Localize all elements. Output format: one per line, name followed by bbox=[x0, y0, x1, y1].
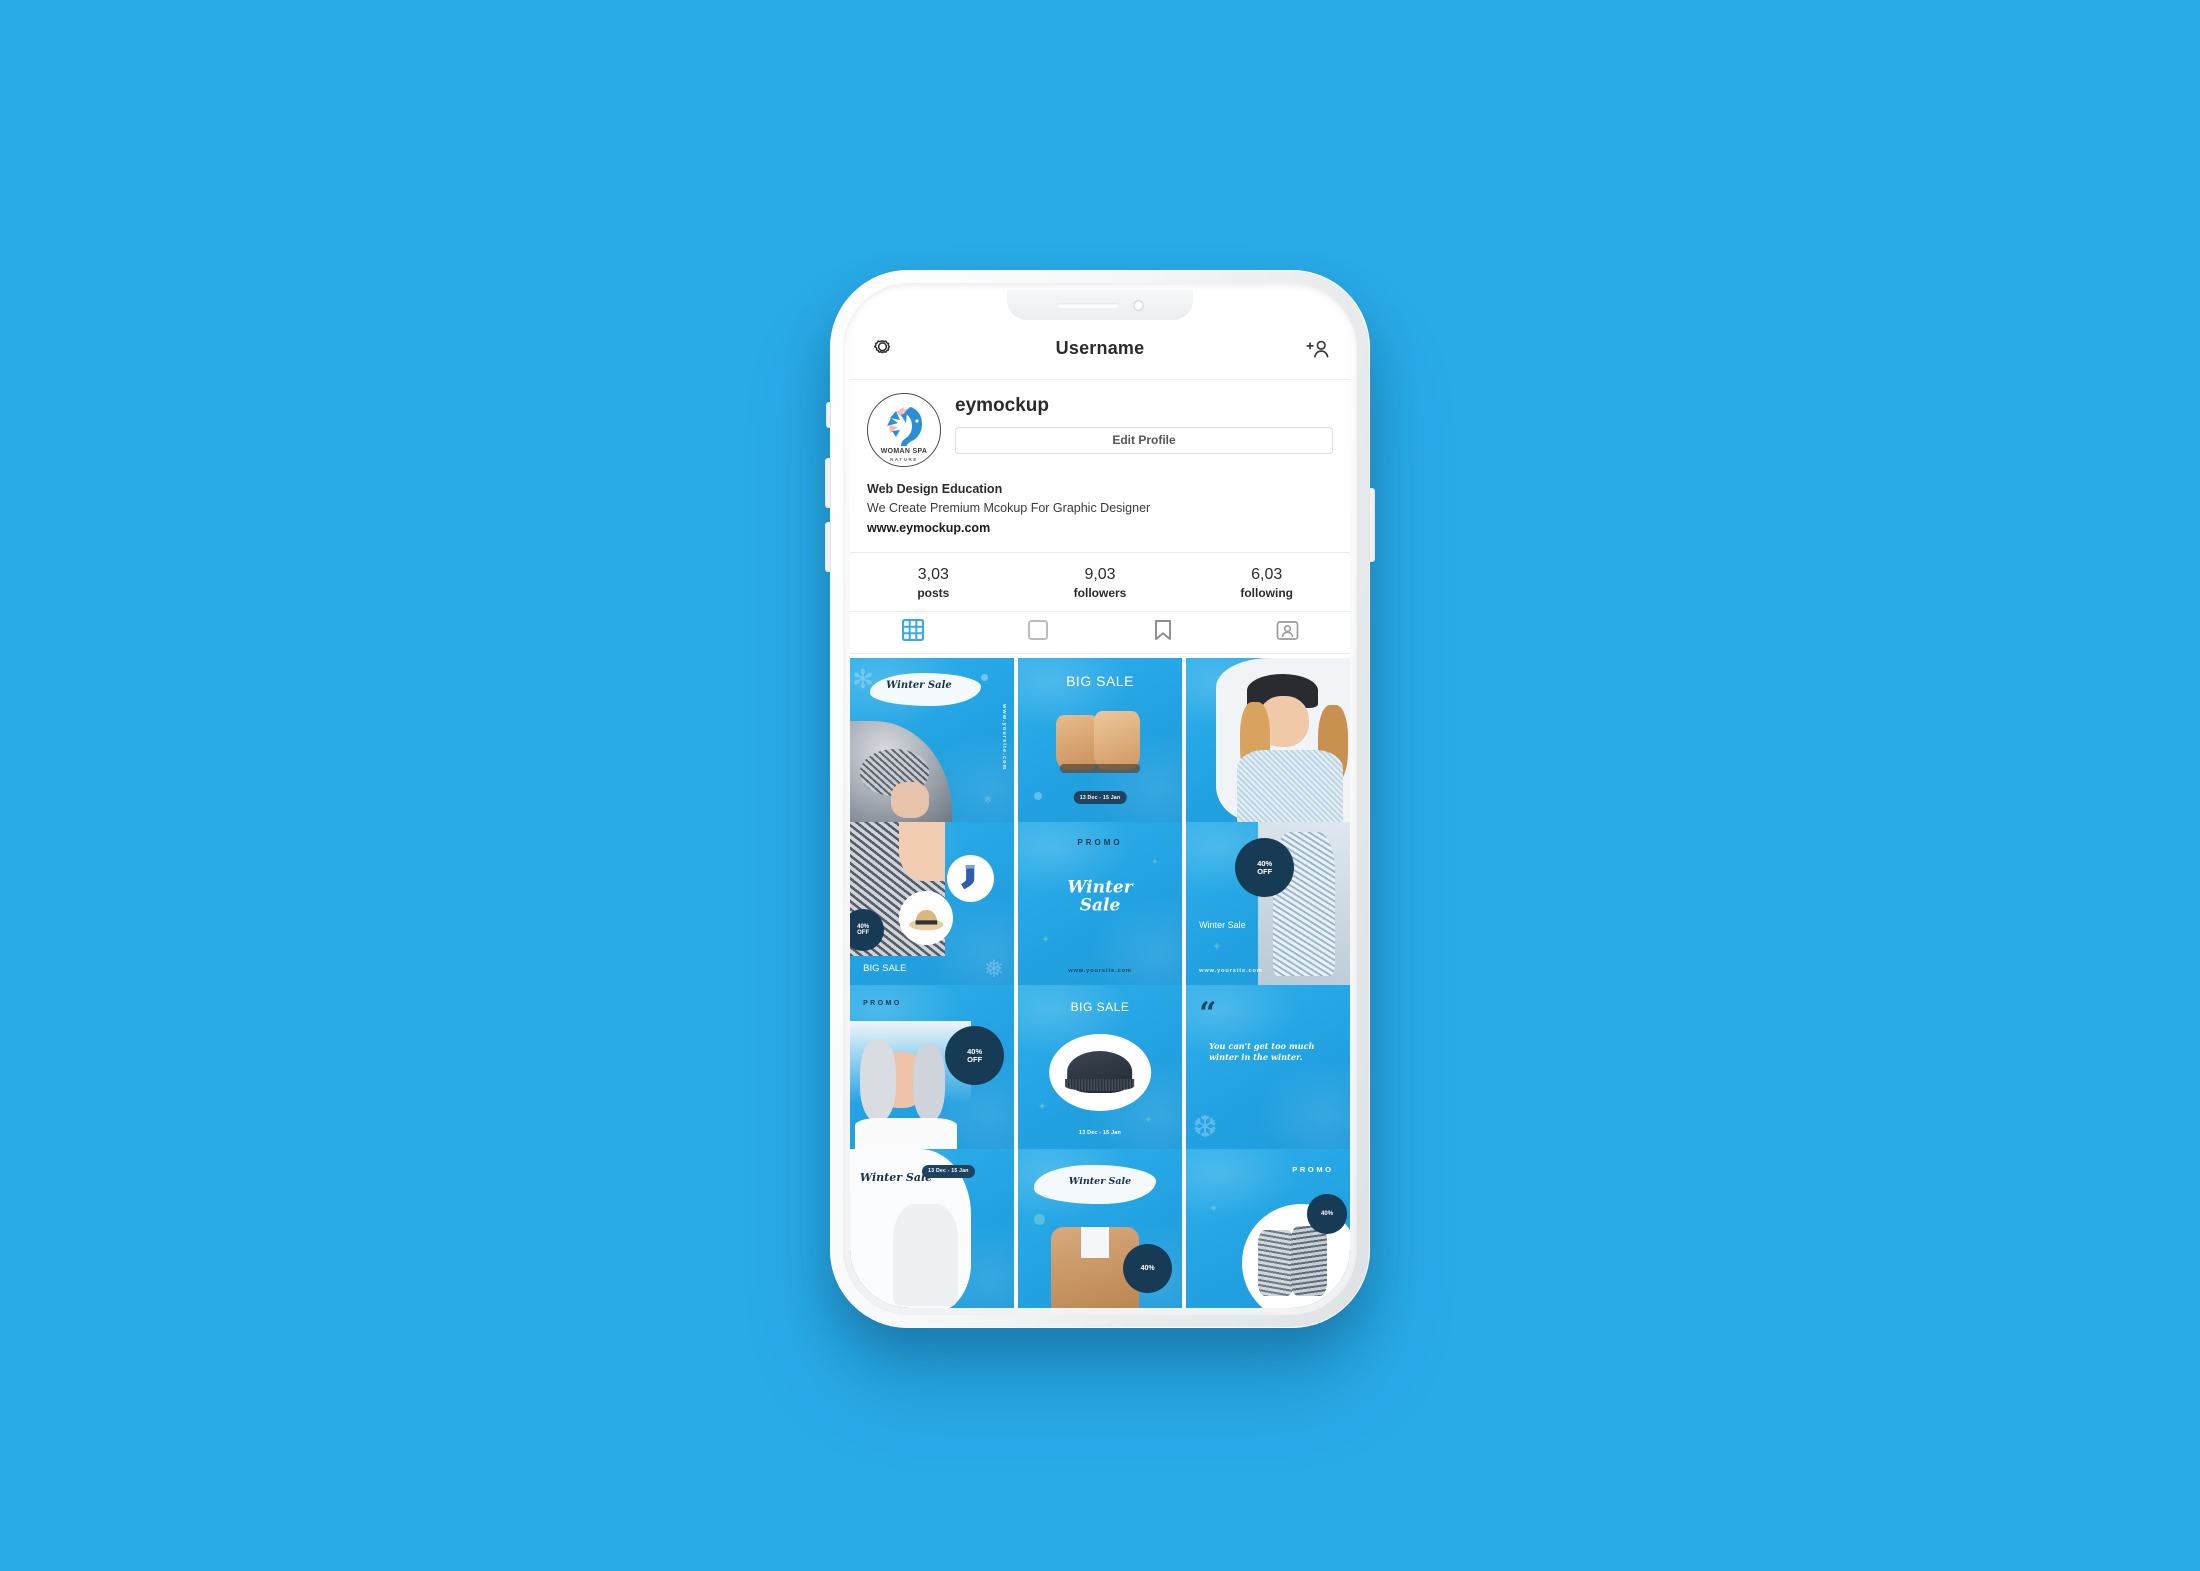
post-eyebrow: PROMO bbox=[1077, 838, 1123, 848]
volume-up-button[interactable] bbox=[825, 458, 831, 508]
bio-link[interactable]: www.eymockup.com bbox=[867, 519, 1333, 538]
avatar-tagline-text: NATURE bbox=[889, 456, 918, 462]
stat-following[interactable]: 6,03 following bbox=[1183, 564, 1350, 601]
discount-suffix: OFF bbox=[967, 1054, 983, 1064]
tab-reels[interactable] bbox=[975, 612, 1100, 653]
post-site-url: www.yoursite.com bbox=[1068, 968, 1132, 975]
discount-suffix: OFF bbox=[857, 929, 870, 936]
hat-icon bbox=[909, 910, 944, 931]
discount-value: 40% bbox=[1321, 1211, 1334, 1218]
post-tile[interactable]: “ You can't get too much winter in the w… bbox=[1186, 985, 1350, 1150]
bio-title: Web Design Education bbox=[867, 482, 1003, 496]
post-tile[interactable]: Winter Sale 40% bbox=[1018, 1148, 1182, 1308]
profile-username: eymockup bbox=[955, 395, 1049, 416]
product-circle bbox=[946, 854, 995, 903]
post-tile[interactable]: BIG SALE 13 Dec - 15 Jan ✦ ✦ bbox=[1018, 985, 1182, 1150]
phone-notch bbox=[1007, 290, 1193, 320]
post-date-badge: 13 Dec - 15 Jan bbox=[1073, 791, 1127, 805]
tagged-person-icon bbox=[1276, 620, 1299, 646]
post-tile[interactable]: Winter Sale 13 Dec - 15 Jan bbox=[850, 1148, 1014, 1308]
quote-mark-icon: “ bbox=[1199, 995, 1217, 1031]
post-headline: Winter Sale bbox=[1067, 877, 1133, 916]
stats-row: 3,03 posts 9,03 followers 6,03 following bbox=[850, 552, 1350, 613]
tab-saved[interactable] bbox=[1100, 612, 1225, 653]
profile-row: WOMAN SPA NATURE eymockup Edit Profile bbox=[850, 380, 1350, 476]
discount-badge: 40% bbox=[1122, 1243, 1173, 1293]
discount-suffix: OFF bbox=[1257, 866, 1273, 876]
discount-badge: 40% OFF bbox=[1235, 838, 1295, 898]
volume-down-button[interactable] bbox=[825, 522, 831, 572]
post-tile[interactable]: PROMO 40% OFF bbox=[850, 985, 1014, 1150]
product-circle bbox=[1049, 1034, 1151, 1112]
avatar-brand-text: WOMAN SPA bbox=[880, 448, 928, 455]
post-headline: BIG SALE bbox=[863, 963, 907, 975]
post-grid: ✻ Winter Sale www.yoursite.com ❄ BIG SAL… bbox=[850, 654, 1350, 1308]
profile-details: eymockup Edit Profile bbox=[955, 393, 1333, 454]
post-tile[interactable]: 40% OFF BIG SALE ❅ bbox=[850, 821, 1014, 986]
square-icon bbox=[1027, 619, 1049, 646]
phone-mockup: Username WOMAN SPA NATURE eymockup Edit … bbox=[825, 270, 1375, 1328]
discount-badge: 40% OFF bbox=[945, 1026, 1005, 1086]
edit-profile-button[interactable]: Edit Profile bbox=[955, 427, 1333, 454]
avatar[interactable]: WOMAN SPA NATURE bbox=[867, 393, 941, 467]
stat-followers-label: followers bbox=[1073, 585, 1127, 600]
post-photo bbox=[1235, 671, 1350, 823]
post-tile[interactable]: 40% OFF Winter Sale www.yoursite.com ✦ bbox=[1186, 821, 1350, 986]
post-quote: You can't get too much winter in the win… bbox=[1208, 1040, 1315, 1063]
page-title: Username bbox=[1055, 338, 1145, 358]
post-date-badge: 13 Dec - 15 Jan bbox=[1079, 1129, 1121, 1136]
gear-icon[interactable] bbox=[867, 334, 897, 364]
post-site-url: www.yoursite.com bbox=[1199, 968, 1263, 975]
power-button[interactable] bbox=[1369, 488, 1375, 562]
front-camera bbox=[1132, 299, 1144, 311]
post-tile[interactable]: BIG SALE 13 Dec - 15 Jan bbox=[1018, 658, 1182, 823]
bio-description: We Create Premium Mcokup For Graphic Des… bbox=[867, 501, 1151, 516]
profile-bio: Web Design Education We Create Premium M… bbox=[850, 476, 1350, 552]
silent-switch[interactable] bbox=[826, 402, 831, 428]
stat-posts[interactable]: 3,03 posts bbox=[850, 564, 1017, 601]
stat-following-value: 6,03 bbox=[1251, 566, 1283, 584]
post-photo bbox=[1054, 708, 1146, 774]
tab-tagged[interactable] bbox=[1225, 612, 1350, 653]
add-person-icon[interactable] bbox=[1303, 334, 1333, 364]
stat-posts-label: posts bbox=[917, 585, 950, 600]
stat-posts-value: 3,03 bbox=[917, 566, 949, 584]
post-tile[interactable]: PROMO Winter Sale www.yoursite.com ✦ ✦ bbox=[1018, 821, 1182, 986]
phone-bezel: Username WOMAN SPA NATURE eymockup Edit … bbox=[843, 283, 1357, 1315]
page-root: { "background_color": "#29abe8", "device… bbox=[0, 0, 2200, 1571]
tabs-row bbox=[850, 612, 1350, 655]
post-side-url: www.yoursite.com bbox=[1001, 704, 1007, 771]
discount-badge: 40% bbox=[1307, 1194, 1347, 1234]
app-header: Username bbox=[850, 318, 1350, 380]
post-tile[interactable]: PROMO 40% ✦ bbox=[1186, 1148, 1350, 1308]
post-headline: BIG SALE bbox=[1066, 673, 1134, 690]
post-tile[interactable] bbox=[1186, 658, 1350, 823]
instagram-profile-app: Username WOMAN SPA NATURE eymockup Edit … bbox=[850, 290, 1350, 1308]
tab-grid[interactable] bbox=[850, 612, 975, 653]
grid-icon bbox=[901, 619, 924, 646]
post-headline: Winter Sale bbox=[886, 679, 952, 691]
post-eyebrow: PROMO bbox=[1292, 1164, 1334, 1174]
sock-icon bbox=[961, 865, 976, 890]
discount-value: 40% bbox=[1140, 1264, 1155, 1272]
post-headline: Winter Sale bbox=[1199, 920, 1246, 931]
stat-following-label: following bbox=[1240, 585, 1293, 600]
earpiece-speaker bbox=[1056, 302, 1119, 308]
post-headline: BIG SALE bbox=[1070, 999, 1130, 1014]
bookmark-icon bbox=[1153, 619, 1173, 646]
stat-followers-value: 9,03 bbox=[1084, 566, 1116, 584]
phone-screen: Username WOMAN SPA NATURE eymockup Edit … bbox=[850, 290, 1350, 1308]
post-eyebrow: PROMO bbox=[863, 999, 902, 1007]
post-date-badge: 13 Dec - 15 Jan bbox=[922, 1164, 975, 1178]
product-circle bbox=[899, 890, 954, 945]
post-tile[interactable]: ✻ Winter Sale www.yoursite.com ❄ bbox=[850, 658, 1014, 823]
stat-followers[interactable]: 9,03 followers bbox=[1017, 564, 1184, 601]
post-headline: Winter Sale bbox=[1068, 1176, 1132, 1188]
